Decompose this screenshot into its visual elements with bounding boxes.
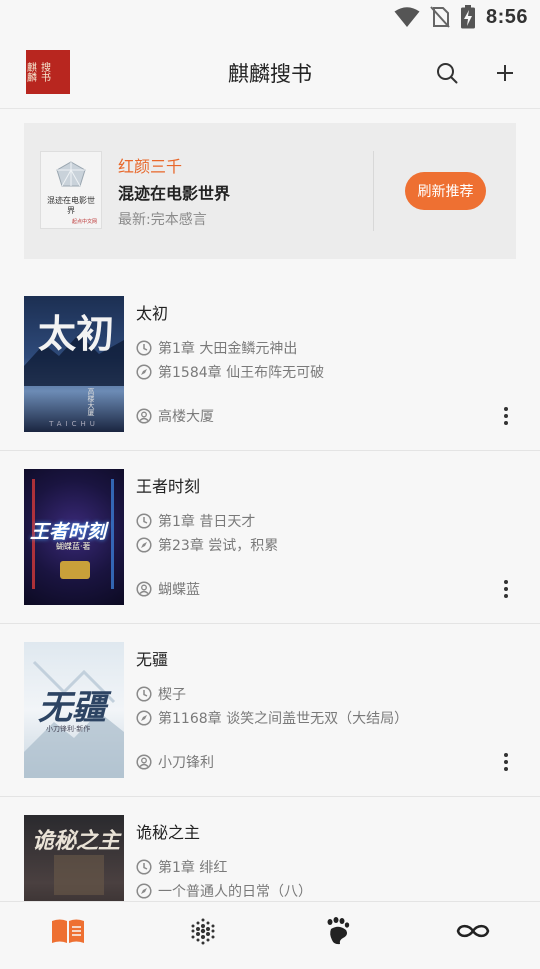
book-cover[interactable]: 无疆 小刀锋利·新作 <box>24 642 124 778</box>
more-options-button[interactable] <box>496 404 516 428</box>
book-cover[interactable]: 王者时刻 蝴蝶蓝·著 <box>24 469 124 605</box>
latest-chapter: 一个普通人的日常（八） <box>158 884 312 900</box>
book-latest-chapter: 第23章 尝试，积累 <box>136 535 278 555</box>
bookshelf-icon <box>51 919 84 943</box>
compass-icon <box>136 537 152 553</box>
clock-icon <box>136 686 152 702</box>
cover-title: 诡秘之主 <box>32 828 121 854</box>
book-title: 诡秘之主 <box>136 823 201 842</box>
book-item[interactable]: 无疆 小刀锋利·新作 无疆 楔子 第1168章 谈笑之间盖世无双（大结局） 小刀… <box>0 624 540 797</box>
more-vertical-icon <box>504 580 508 598</box>
author-name: 小刀锋利 <box>158 755 214 771</box>
recommendation-title: 混迹在电影世界 <box>118 184 231 203</box>
compass-icon <box>136 883 152 899</box>
more-options-button[interactable] <box>496 577 516 601</box>
book-author: 蝴蝶蓝 <box>136 579 200 599</box>
cover-gem-illustration <box>56 161 86 187</box>
book-title: 太初 <box>136 304 169 323</box>
read-chapter: 第1章 大田金鳞元神出 <box>158 341 298 357</box>
book-latest-chapter: 第1584章 仙王布阵无可破 <box>136 362 324 382</box>
status-icons: 8:56 <box>394 5 528 29</box>
add-button[interactable] <box>490 58 520 88</box>
book-latest-chapter: 第1168章 谈笑之间盖世无双（大结局） <box>136 708 408 728</box>
nav-more[interactable] <box>405 902 540 960</box>
search-button[interactable] <box>432 58 462 88</box>
clock-icon <box>136 859 152 875</box>
author-name: 蝴蝶蓝 <box>158 582 200 598</box>
recommendation-author: 红颜三千 <box>118 157 183 176</box>
no-sim-icon <box>430 6 450 28</box>
book-item[interactable]: 王者时刻 蝴蝶蓝·著 王者时刻 第1章 昔日天才 第23章 尝试，积累 蝴蝶蓝 <box>0 451 540 624</box>
read-chapter: 楔子 <box>158 687 186 703</box>
cover-title: 太初 <box>38 311 115 356</box>
user-icon <box>136 754 152 770</box>
cover-author: 蝴蝶蓝·著 <box>56 542 91 551</box>
cover-subtitle: TAICHU <box>49 420 99 428</box>
nav-bookshelf[interactable] <box>0 902 135 960</box>
plus-icon <box>497 65 513 81</box>
book-author: 高楼大厦 <box>136 406 214 426</box>
cover-author: 高楼大厦 <box>87 388 95 416</box>
user-icon <box>136 408 152 424</box>
read-chapter: 第1章 昔日天才 <box>158 514 256 530</box>
clock-icon <box>136 340 152 356</box>
cover-author: 小刀锋利·新作 <box>46 725 91 733</box>
compass-icon <box>136 364 152 380</box>
app-bar: 麒麟 搜书 麒麟搜书 <box>0 36 540 109</box>
recommendation-cover[interactable]: 混迹在电影世界 起点中文网 <box>40 151 102 229</box>
status-time: 8:56 <box>485 5 528 28</box>
author-name: 高楼大厦 <box>158 409 214 425</box>
latest-chapter: 第1168章 谈笑之间盖世无双（大结局） <box>158 711 409 727</box>
user-icon <box>136 581 152 597</box>
infinity-icon <box>456 924 489 938</box>
latest-chapter: 第23章 尝试，积累 <box>158 538 279 554</box>
cover-publisher: 起点中文网 <box>71 219 97 225</box>
book-latest-chapter: 一个普通人的日常（八） <box>136 881 312 901</box>
cover-emblem <box>60 561 90 579</box>
more-vertical-icon <box>504 753 508 771</box>
status-bar: 8:56 <box>0 0 540 36</box>
nav-discover[interactable] <box>135 902 270 960</box>
divider <box>373 151 374 231</box>
compass-icon <box>136 710 152 726</box>
book-list: 太初 高楼大厦 TAICHU 太初 第1章 大田金鳞元神出 第1584章 仙王布… <box>0 278 540 969</box>
book-read-progress: 第1章 昔日天才 <box>136 511 255 531</box>
more-vertical-icon <box>504 407 508 425</box>
refresh-recommendation-button[interactable]: 刷新推荐 <box>405 172 486 210</box>
bottom-navigation <box>0 901 540 960</box>
wifi-icon <box>394 7 420 27</box>
battery-charging-icon <box>460 5 475 29</box>
read-chapter: 第1章 绯红 <box>158 860 228 876</box>
recommendation-latest: 最新:完本感言 <box>118 212 207 228</box>
book-read-progress: 第1章 绯红 <box>136 857 227 877</box>
book-cover[interactable]: 太初 高楼大厦 TAICHU <box>24 296 124 432</box>
latest-chapter: 第1584章 仙王布阵无可破 <box>158 365 325 381</box>
clock-icon <box>136 513 152 529</box>
search-icon <box>437 63 458 84</box>
app-logo: 麒麟 搜书 <box>25 50 70 94</box>
cover-title: 混迹在电影世界 <box>47 196 95 215</box>
cover-figure <box>54 855 104 895</box>
book-author: 小刀锋利 <box>136 752 214 772</box>
more-options-button[interactable] <box>496 750 516 774</box>
cover-title: 王者时刻 <box>30 521 107 543</box>
book-title: 王者时刻 <box>136 477 201 496</box>
book-title: 无疆 <box>136 650 169 669</box>
cover-title: 无疆 <box>38 688 106 728</box>
footprint-icon <box>327 917 349 945</box>
book-read-progress: 第1章 大田金鳞元神出 <box>136 338 297 358</box>
book-read-progress: 楔子 <box>136 684 186 704</box>
nav-footprints[interactable] <box>270 902 405 960</box>
discover-dots-icon <box>191 918 214 945</box>
recommendation-card[interactable]: 混迹在电影世界 起点中文网 红颜三千 混迹在电影世界 最新:完本感言 刷新推荐 <box>24 123 516 259</box>
book-item[interactable]: 太初 高楼大厦 TAICHU 太初 第1章 大田金鳞元神出 第1584章 仙王布… <box>0 278 540 451</box>
